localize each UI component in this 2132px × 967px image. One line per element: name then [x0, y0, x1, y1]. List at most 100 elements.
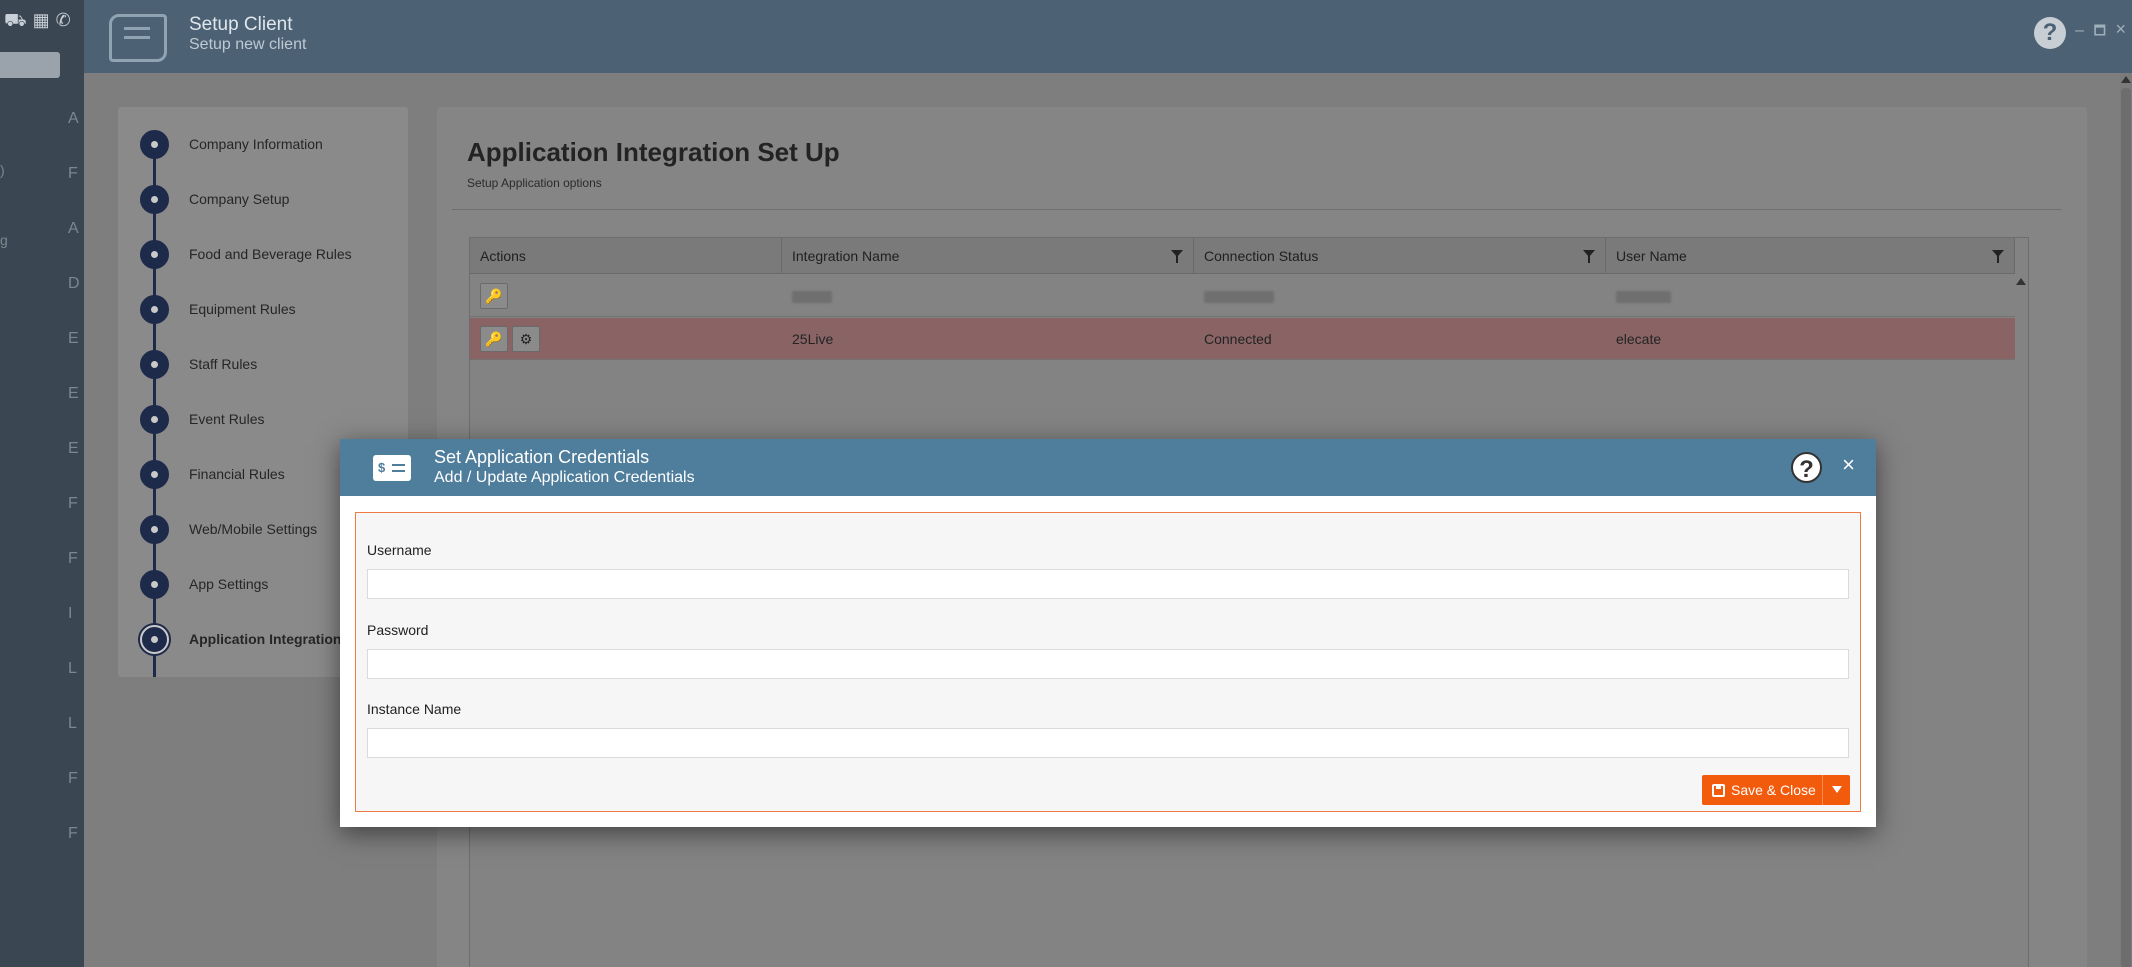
background-stray-text: g	[0, 232, 8, 248]
step-financial-rules[interactable]: Financial Rules	[140, 459, 285, 489]
step-company-setup[interactable]: Company Setup	[140, 184, 289, 214]
step-staff-rules[interactable]: Staff Rules	[140, 349, 257, 379]
background-list-item: A	[68, 110, 79, 127]
close-modal-button[interactable]: ×	[1842, 454, 1855, 476]
column-header-user-name[interactable]: User Name	[1606, 238, 2015, 274]
help-icon[interactable]: ?	[1791, 452, 1822, 483]
step-dot-icon	[140, 569, 169, 599]
step-web-mobile-settings[interactable]: Web/Mobile Settings	[140, 514, 317, 544]
chevron-down-icon[interactable]	[1822, 775, 1850, 805]
step-dot-icon	[140, 184, 169, 214]
step-app-settings[interactable]: App Settings	[140, 569, 268, 599]
floppy-disk-icon	[1712, 783, 1725, 797]
column-header-integration-name[interactable]: Integration Name	[782, 238, 1194, 274]
user-name-cell: elecate	[1616, 331, 1662, 347]
step-label: Company Setup	[189, 191, 290, 207]
truck-icon: ⛟	[4, 10, 27, 30]
redacted-value	[1204, 291, 1274, 304]
step-label: Equipment Rules	[189, 301, 296, 317]
step-dot-icon	[140, 404, 169, 434]
background-list-item: D	[68, 275, 80, 292]
column-header-actions: Actions	[470, 238, 782, 274]
password-label: Password	[367, 622, 429, 638]
step-dot-icon	[140, 349, 169, 379]
step-event-rules[interactable]: Event Rules	[140, 404, 264, 434]
window-title: Setup Client	[189, 14, 293, 35]
user-name-cell	[1606, 275, 1671, 317]
column-header-label: Integration Name	[792, 248, 900, 264]
instance-name-input[interactable]	[367, 728, 1849, 758]
step-label: Event Rules	[189, 411, 265, 427]
username-input[interactable]	[367, 569, 1849, 599]
step-dot-icon	[140, 239, 169, 269]
close-window-button[interactable]: ×	[2115, 19, 2126, 40]
minimize-button[interactable]: –	[2075, 22, 2084, 40]
redacted-value	[1616, 291, 1671, 304]
background-list-item: F	[68, 825, 78, 842]
step-application-integration[interactable]: Application Integration	[140, 624, 341, 654]
window-subtitle: Setup new client	[189, 36, 307, 53]
step-food-and-beverage-rules[interactable]: Food and Beverage Rules	[140, 239, 352, 269]
background-list-item: A	[68, 220, 79, 237]
key-icon[interactable]: 🔑	[480, 326, 508, 352]
background-stray-text: )	[0, 162, 5, 178]
background-list-item: F	[68, 165, 78, 182]
step-label: Financial Rules	[189, 466, 285, 482]
help-icon[interactable]: ?	[2034, 17, 2066, 49]
step-label: Company Information	[189, 136, 323, 152]
grid-scroll-up-icon[interactable]	[2016, 278, 2026, 285]
filter-icon[interactable]	[1171, 250, 1183, 263]
connection-status-cell: Connected	[1204, 331, 1272, 347]
filter-icon[interactable]	[1583, 250, 1595, 263]
column-header-label: Connection Status	[1204, 248, 1319, 264]
scrollbar-thumb[interactable]	[2121, 88, 2131, 967]
background-list-item: F	[68, 550, 78, 567]
page-title: Application Integration Set Up	[467, 137, 840, 167]
step-dot-icon	[140, 624, 169, 654]
background-list: A F A D E E E F F I L L F F	[68, 110, 84, 880]
background-list-item: E	[68, 330, 79, 347]
column-header-label: User Name	[1616, 248, 1687, 264]
credentials-modal: $ Set Application Credentials Add / Upda…	[340, 439, 1876, 827]
background-list-item: I	[68, 605, 73, 622]
modal-header: $ Set Application Credentials Add / Upda…	[340, 439, 1876, 496]
table-row[interactable]: 🔑 ⚙ 25Live Connected elecate	[470, 318, 2015, 360]
scroll-logo-icon	[109, 14, 167, 62]
credit-card-icon: $	[373, 455, 411, 481]
background-list-item: E	[68, 385, 79, 402]
table-row[interactable]: 🔑	[470, 275, 2015, 317]
background-list-item: L	[68, 715, 77, 732]
background-list-item: F	[68, 495, 78, 512]
connection-status-cell	[1194, 275, 1274, 317]
filter-icon[interactable]	[1992, 250, 2004, 263]
window-scrollbar[interactable]	[2120, 73, 2132, 967]
window-title-bar: Setup Client Setup new client ? – 🗖 ×	[84, 0, 2132, 73]
modal-title: Set Application Credentials	[434, 447, 650, 467]
step-label: Application Integration	[189, 631, 342, 647]
background-toolbar: ⛟ ▦ ✆	[4, 10, 71, 34]
step-dot-icon	[140, 459, 169, 489]
save-and-close-button[interactable]: Save & Close	[1702, 775, 1850, 805]
step-label: Food and Beverage Rules	[189, 246, 352, 262]
instance-name-label: Instance Name	[367, 701, 462, 717]
step-label: Staff Rules	[189, 356, 258, 372]
column-header-connection-status[interactable]: Connection Status	[1194, 238, 1606, 274]
maximize-button[interactable]: 🗖	[2094, 22, 2106, 44]
step-dot-icon	[140, 294, 169, 324]
gear-icon[interactable]: ⚙	[512, 326, 540, 352]
save-and-close-label: Save & Close	[1731, 782, 1816, 798]
page-subtitle: Setup Application options	[467, 176, 602, 190]
scroll-up-icon[interactable]	[2121, 76, 2131, 83]
step-equipment-rules[interactable]: Equipment Rules	[140, 294, 296, 324]
credentials-form: Username Password Instance Name Save & C…	[355, 512, 1861, 812]
username-label: Username	[367, 542, 432, 558]
grid-header: Actions Integration Name Connection Stat…	[470, 238, 2015, 274]
password-input[interactable]	[367, 649, 1849, 679]
step-dot-icon	[140, 514, 169, 544]
step-label: Web/Mobile Settings	[189, 521, 318, 537]
column-header-label: Actions	[480, 248, 526, 264]
background-list-item: L	[68, 660, 77, 677]
step-company-information[interactable]: Company Information	[140, 129, 323, 159]
background-search-bar	[0, 52, 60, 78]
key-icon[interactable]: 🔑	[480, 283, 508, 309]
